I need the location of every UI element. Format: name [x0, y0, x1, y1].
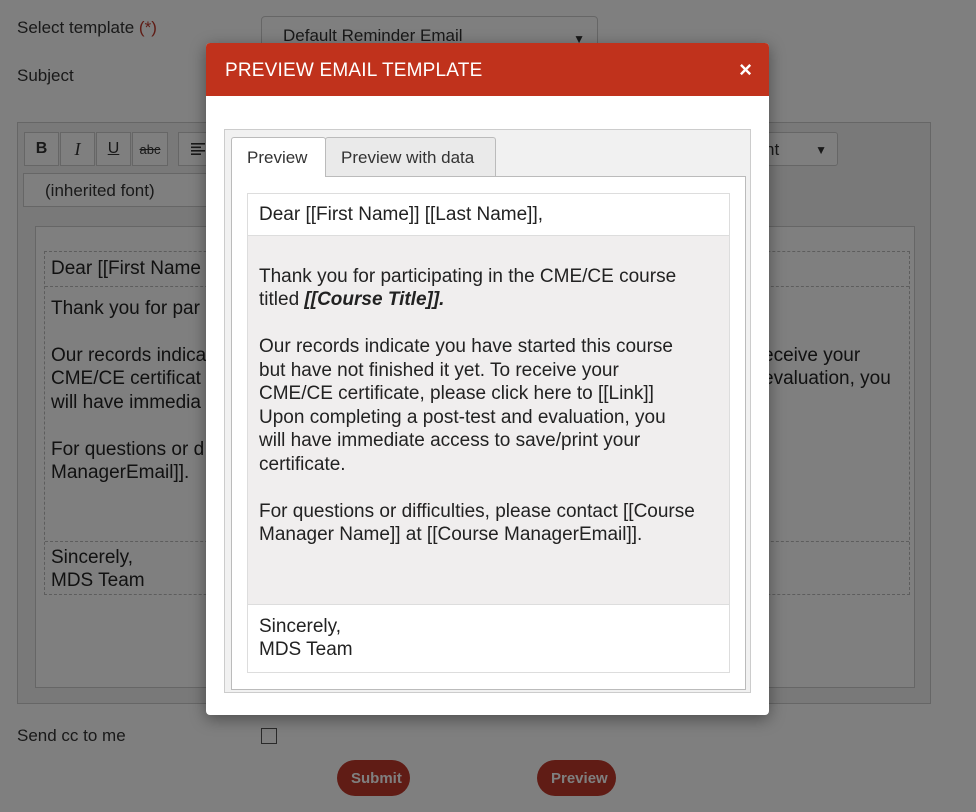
tab-preview-with-data[interactable]: Preview with data: [325, 137, 496, 176]
email-line: will have immediate access to save/print…: [259, 430, 641, 451]
email-line: Our records indicate you have started th…: [259, 336, 673, 357]
email-greeting: Dear [[First Name]] [[Last Name]],: [248, 194, 729, 236]
email-line: but have not finished it yet. To receive…: [259, 359, 619, 381]
course-title-placeholder: [[Course Title]].: [304, 289, 445, 310]
email-line: certificate.: [259, 453, 346, 475]
email-preview: Dear [[First Name]] [[Last Name]], Thank…: [247, 193, 730, 673]
tabs-container: Preview Preview with data Dear [[First N…: [224, 129, 751, 693]
email-line: MDS Team: [259, 639, 353, 660]
email-line: For questions or difficulties, please co…: [259, 500, 695, 522]
preview-panel: Dear [[First Name]] [[Last Name]], Thank…: [231, 176, 746, 690]
email-line: Sincerely,: [259, 615, 342, 637]
email-paragraph-1: Thank you for participating in the CME/C…: [259, 265, 718, 312]
email-body: Thank you for participating in the CME/C…: [248, 235, 729, 605]
email-paragraph-2: Our records indicate you have started th…: [259, 335, 718, 476]
close-icon[interactable]: ×: [739, 57, 752, 83]
email-closing: Sincerely, MDS Team: [248, 604, 729, 672]
email-paragraph-3: For questions or difficulties, please co…: [259, 500, 718, 547]
email-line: CME/CE certificate, please click here to…: [259, 383, 654, 404]
email-line: Manager Name]] at [[Course ManagerEmail]…: [259, 524, 643, 545]
preview-modal: PREVIEW EMAIL TEMPLATE × Preview Preview…: [206, 43, 769, 715]
modal-header: PREVIEW EMAIL TEMPLATE ×: [206, 43, 769, 96]
modal-title: PREVIEW EMAIL TEMPLATE: [225, 60, 483, 81]
tab-preview[interactable]: Preview: [231, 137, 326, 177]
email-line: Upon completing a post-test and evaluati…: [259, 406, 666, 428]
